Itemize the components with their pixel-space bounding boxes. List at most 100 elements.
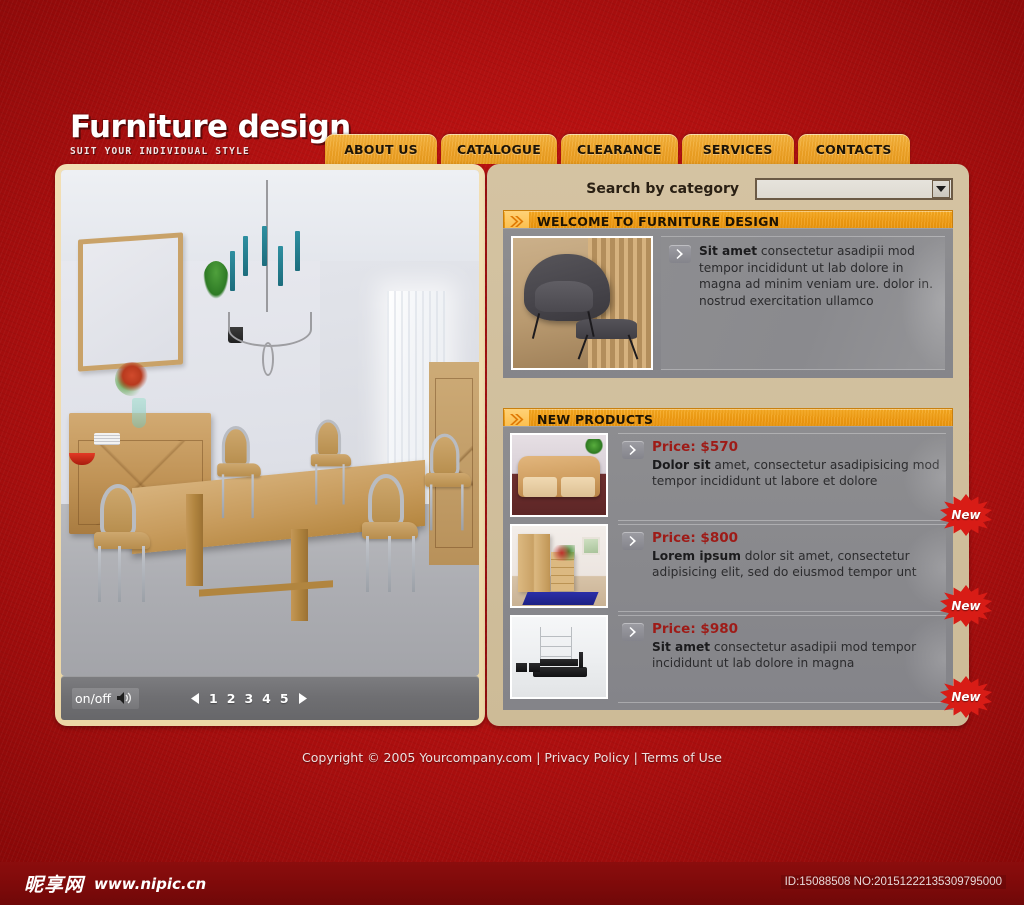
table-leg bbox=[186, 493, 204, 586]
sound-toggle-label: on/off bbox=[75, 690, 112, 706]
welcome-card: Sit amet consectetur asadipii mod tempor… bbox=[503, 228, 953, 378]
sofa-cushion bbox=[523, 476, 558, 498]
nav-tab-label: CONTACTS bbox=[815, 141, 892, 157]
chair-leg bbox=[251, 474, 255, 518]
chair-leg bbox=[531, 313, 541, 340]
hero-image-dining-room[interactable] bbox=[61, 170, 479, 676]
watermark-url: www.nipic.cn bbox=[94, 874, 207, 893]
brand-tagline: SUIT YOUR INDIVIDUAL STYLE bbox=[70, 146, 250, 157]
main-content-frame: on/off 1 2 3 4 5 Search by category WELC… bbox=[55, 164, 992, 734]
search-label: Search by category bbox=[586, 181, 739, 197]
badge-label: New bbox=[951, 690, 981, 704]
table-leg bbox=[290, 529, 308, 622]
terms-of-use-link[interactable]: Terms of Use bbox=[642, 750, 722, 765]
nav-tab-about-us[interactable]: ABOUT US bbox=[325, 134, 437, 164]
speaker-icon bbox=[117, 692, 132, 704]
nav-tab-services[interactable]: SERVICES bbox=[682, 134, 794, 164]
chevron-down-icon bbox=[936, 186, 946, 192]
wall-art bbox=[581, 537, 601, 555]
candle bbox=[278, 245, 284, 286]
privacy-policy-link[interactable]: Privacy Policy bbox=[544, 750, 629, 765]
nav-tab-label: CLEARANCE bbox=[577, 141, 662, 157]
product-lead: Lorem ipsum bbox=[652, 549, 741, 563]
product-text-block: Price: $980 Sit amet consectetur asadipi… bbox=[652, 621, 946, 702]
site-footer: Copyright © 2005 Yourcompany.com | Priva… bbox=[0, 744, 1024, 770]
product-text-block: Price: $800 Lorem ipsum dolor sit amet, … bbox=[652, 530, 946, 611]
chevron-right-icon[interactable] bbox=[622, 532, 644, 550]
watermark-id: ID:15088508 NO:20151222135309795000 bbox=[780, 875, 1006, 889]
triangle-left-icon[interactable] bbox=[191, 692, 200, 704]
welcome-lead: Sit amet bbox=[699, 244, 758, 258]
nav-tab-label: ABOUT US bbox=[344, 141, 418, 157]
chair-leg bbox=[98, 545, 102, 602]
chair-back bbox=[367, 473, 404, 526]
category-select-button[interactable] bbox=[932, 180, 950, 198]
sofa-cushion bbox=[560, 476, 595, 498]
pager-page-5[interactable]: 5 bbox=[280, 691, 289, 706]
product-price: Price: $800 bbox=[652, 530, 739, 546]
footer-separator: | bbox=[633, 749, 638, 765]
chair-leg bbox=[142, 545, 146, 602]
chevron-right-icon[interactable] bbox=[622, 441, 644, 459]
chair-leg bbox=[461, 484, 465, 531]
product-lead: Sit amet bbox=[652, 640, 711, 654]
right-column-panel: Search by category WELCOME TO FURNITURE … bbox=[487, 164, 992, 726]
product-description: Lorem ipsum dolor sit amet, consectetur … bbox=[652, 548, 946, 581]
dining-chair bbox=[94, 483, 151, 602]
product-description: Dolor sit amet, consectetur asadipisicin… bbox=[652, 457, 946, 490]
pager-page-1[interactable]: 1 bbox=[209, 691, 218, 706]
brand-title: Furniture design bbox=[70, 109, 351, 145]
product-row[interactable]: Price: $980 Sit amet consectetur asadipi… bbox=[510, 615, 992, 718]
chair-leg bbox=[342, 463, 346, 505]
welcome-text: Sit amet consectetur asadipii mod tempor… bbox=[699, 243, 939, 363]
plant-in-mirror bbox=[203, 261, 230, 300]
chandelier-arms bbox=[228, 311, 312, 348]
product-row[interactable]: Price: $570 Dolor sit amet, consectetur … bbox=[510, 433, 992, 536]
chair-back bbox=[100, 483, 137, 536]
status-badge-new: New bbox=[940, 585, 992, 627]
product-thumbnail-wardrobe[interactable] bbox=[510, 524, 608, 608]
blue-rug bbox=[522, 591, 600, 605]
hero-panel: on/off 1 2 3 4 5 bbox=[55, 164, 485, 726]
slideshow-controls: on/off 1 2 3 4 5 bbox=[61, 676, 479, 720]
chair-back bbox=[315, 419, 342, 457]
status-badge-new: New bbox=[940, 676, 992, 718]
product-thumbnail-modern-loft[interactable] bbox=[510, 615, 608, 699]
flowers bbox=[553, 545, 576, 562]
black-cabinet bbox=[515, 663, 528, 673]
pager-page-4[interactable]: 4 bbox=[262, 691, 271, 706]
chevron-right-icon[interactable] bbox=[622, 623, 644, 641]
main-navigation: ABOUT US CATALOGUE CLEARANCE SERVICES CO… bbox=[325, 134, 910, 164]
product-row[interactable]: Price: $800 Lorem ipsum dolor sit amet, … bbox=[510, 524, 992, 627]
pager-page-2[interactable]: 2 bbox=[227, 691, 236, 706]
triangle-right-icon[interactable] bbox=[298, 692, 307, 704]
chair-leg bbox=[430, 484, 433, 531]
wardrobe bbox=[517, 534, 550, 592]
welcome-thumbnail-womb-chair[interactable] bbox=[511, 236, 653, 370]
category-select[interactable] bbox=[755, 178, 953, 200]
product-thumbnail-leather-sofa[interactable] bbox=[510, 433, 608, 517]
sound-toggle-button[interactable]: on/off bbox=[72, 687, 140, 709]
candle bbox=[261, 225, 267, 266]
chevron-right-icon[interactable] bbox=[669, 245, 691, 263]
dining-chair bbox=[425, 433, 472, 531]
nav-tab-clearance[interactable]: CLEARANCE bbox=[561, 134, 678, 164]
badge-label: New bbox=[951, 599, 981, 613]
plant bbox=[585, 439, 604, 455]
nav-tab-contacts[interactable]: CONTACTS bbox=[798, 134, 910, 164]
product-text-block: Price: $570 Dolor sit amet, consectetur … bbox=[652, 439, 946, 520]
product-price: Price: $570 bbox=[652, 439, 739, 455]
nav-tab-catalogue[interactable]: CATALOGUE bbox=[441, 134, 557, 164]
chair-leg bbox=[222, 474, 225, 518]
glass-vase bbox=[132, 397, 147, 428]
new-products-list: Price: $570 Dolor sit amet, consectetur … bbox=[503, 426, 992, 718]
dining-chair bbox=[217, 425, 262, 518]
section-title: NEW PRODUCTS bbox=[537, 411, 654, 427]
copyright-text: Copyright © 2005 Yourcompany.com bbox=[302, 749, 533, 765]
chair-back bbox=[430, 433, 460, 477]
brand-logo[interactable]: Furniture design SUIT YOUR INDIVIDUAL ST… bbox=[70, 109, 351, 158]
watermark-bar: 昵享网 www.nipic.cn ID:15088508 NO:20151222… bbox=[0, 862, 1024, 905]
search-row: Search by category bbox=[487, 174, 969, 204]
chair-leg bbox=[118, 545, 122, 602]
pager-page-3[interactable]: 3 bbox=[244, 691, 253, 706]
